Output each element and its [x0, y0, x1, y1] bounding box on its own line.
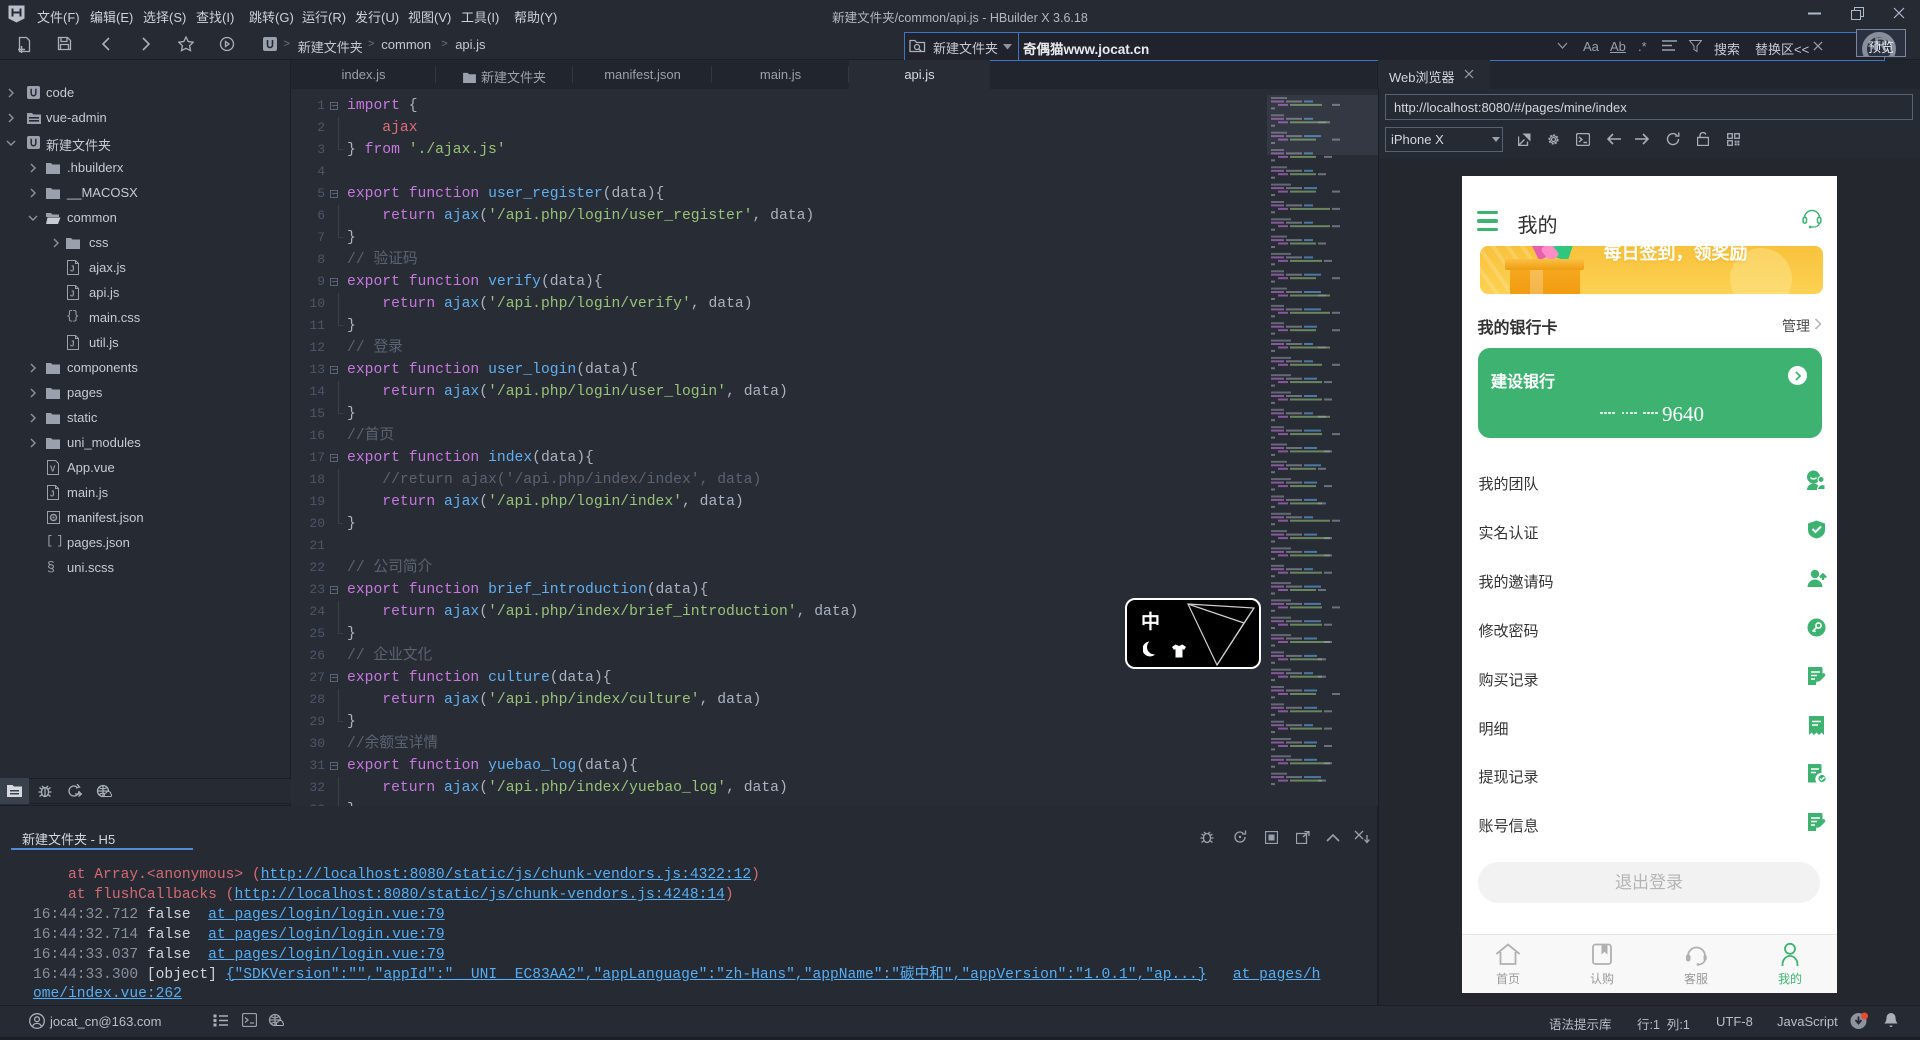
svg-text:J: J — [50, 489, 54, 498]
svg-text:J: J — [70, 264, 74, 273]
svg-text:J: J — [70, 289, 74, 298]
svg-text:V: V — [50, 464, 56, 473]
svg-text:J: J — [70, 339, 74, 348]
